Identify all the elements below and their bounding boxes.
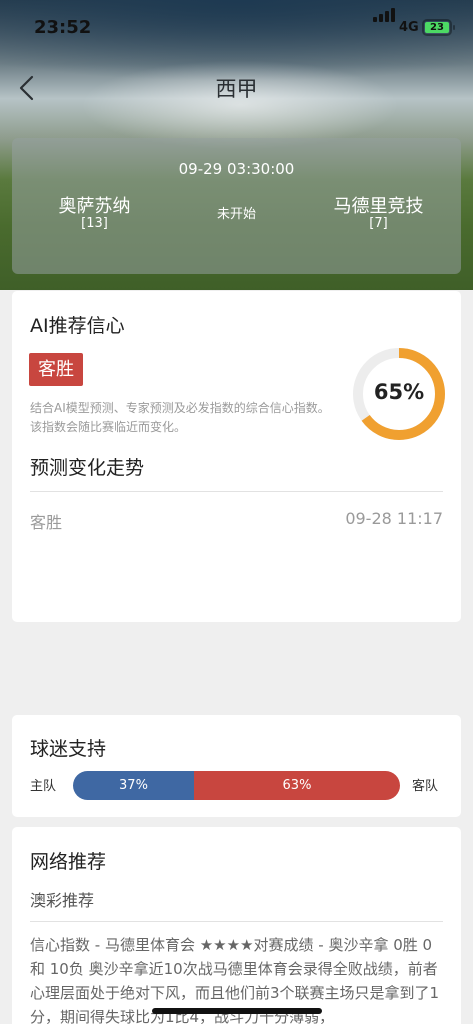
confidence-value: 65% <box>373 380 425 404</box>
away-team-name[interactable]: 马德里竞技 <box>316 192 441 218</box>
match-header-banner: 23:52 4G 23 西甲 09-29 03:30:00 奥萨苏纳 [13] … <box>0 0 473 290</box>
trend-item: 客胜 09-28 11:17 <box>30 509 443 533</box>
away-label: 客队 <box>412 779 439 794</box>
ai-card-title: AI推荐信心 <box>30 315 125 337</box>
away-support-bar: 63% <box>193 771 400 800</box>
battery-level: 23 <box>425 22 449 33</box>
web-recommend-card: 网络推荐 澳彩推荐 信心指数 - 马德里体育会 ★★★★对赛成绩 - 奥沙辛拿 … <box>12 827 461 1024</box>
ai-description: 结合AI模型预测、专家预测及必发指数的综合信心指数。该指数会随比赛临近而变化。 <box>30 401 330 434</box>
home-label: 主队 <box>30 779 57 794</box>
trend-item-time: 09-28 11:17 <box>345 509 443 528</box>
battery-icon: 23 <box>422 19 455 36</box>
status-time: 23:52 <box>34 17 92 38</box>
trend-item-label: 客胜 <box>30 513 63 532</box>
trend-title: 预测变化走势 <box>30 457 145 479</box>
home-support-bar: 37% <box>73 771 194 800</box>
away-team-rank: [7] <box>369 216 388 231</box>
fan-support-bar: 37% 63% <box>73 771 400 800</box>
fan-support-title: 球迷支持 <box>30 738 107 760</box>
divider <box>30 491 443 492</box>
page-title: 西甲 <box>215 77 258 101</box>
match-datetime: 09-29 03:30:00 <box>178 160 295 178</box>
web-recommend-title: 网络推荐 <box>30 851 107 873</box>
status-bar: 23:52 4G 23 <box>0 0 473 58</box>
divider <box>30 921 443 922</box>
prediction-tag: 客胜 <box>29 353 83 386</box>
fan-support-card: 球迷支持 主队 37% 63% 客队 <box>12 715 461 817</box>
web-recommend-subtitle[interactable]: 澳彩推荐 <box>30 887 94 911</box>
match-info-card: 09-29 03:30:00 奥萨苏纳 [13] 未开始 马德里竞技 [7] <box>12 138 461 274</box>
network-type: 4G <box>399 20 419 35</box>
home-indicator[interactable] <box>152 1008 322 1014</box>
ai-confidence-card: AI推荐信心 客胜 结合AI模型预测、专家预测及必发指数的综合信心指数。该指数会… <box>12 291 461 622</box>
